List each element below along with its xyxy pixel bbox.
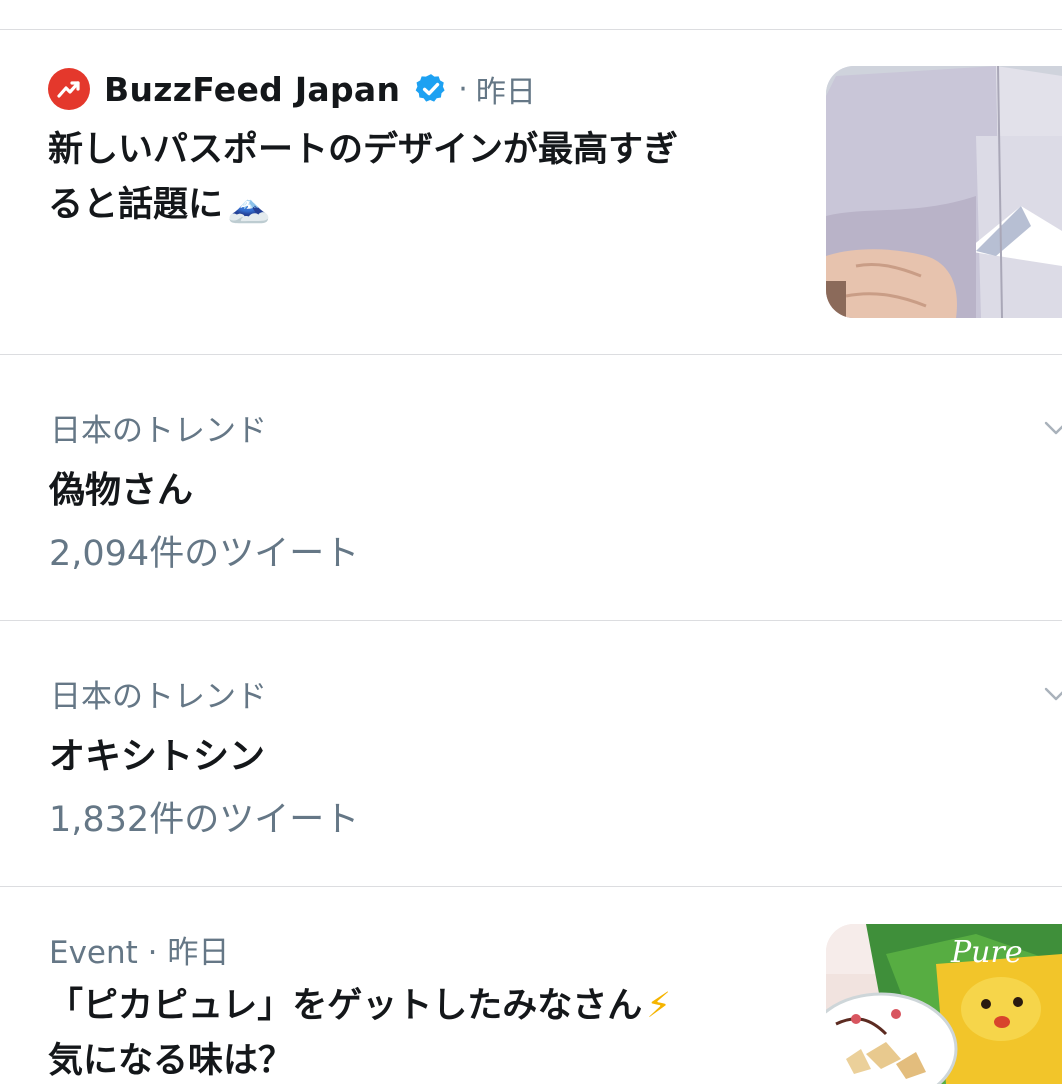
story-headline-line-1: 新しいパスポートのデザインが最高すぎ [48, 130, 679, 170]
trend-title: オキシトシン [49, 736, 266, 777]
trend-item[interactable]: 日本のトレンド 偽物さん 2,094件のツイート [0, 355, 1062, 620]
trend-category-label: 日本のトレンド [50, 679, 267, 715]
svg-text:Pure: Pure [950, 935, 1023, 970]
event-headline-line-1: 「ピカピュレ」をゲットしたみなさん ⚡ [48, 979, 808, 1034]
chevron-down-icon[interactable] [1044, 417, 1062, 441]
story-headline-text: ると話題に [48, 185, 224, 225]
event-timestamp: 昨日 [167, 935, 230, 971]
story-source-row: BuzzFeed Japan · 昨日 [48, 66, 536, 112]
buzzfeed-logo-icon [48, 68, 90, 110]
news-story-item[interactable]: BuzzFeed Japan · 昨日 新しいパスポートのデザインが最高すぎ る… [0, 30, 1062, 354]
trend-tweet-count: 2,094件のツイート [49, 534, 360, 574]
event-headline-text: 「ピカピュレ」をゲットしたみなさん [48, 986, 643, 1026]
story-thumbnail-image[interactable] [826, 66, 1062, 318]
event-category: Event [49, 935, 138, 971]
lightning-emoji-icon: ⚡ [646, 986, 671, 1026]
trend-tweet-count: 1,832件のツイート [49, 800, 360, 840]
event-item[interactable]: Event · 昨日 「ピカピュレ」をゲットしたみなさん ⚡ 気になる味は？ Pu… [0, 887, 1062, 1084]
chevron-down-icon[interactable] [1044, 683, 1062, 707]
trend-item[interactable]: 日本のトレンド オキシトシン 1,832件のツイート [0, 621, 1062, 886]
mount-fuji-emoji-icon: 🗻 [227, 185, 271, 225]
verified-badge-icon [415, 74, 445, 102]
story-headline: 新しいパスポートのデザインが最高すぎ ると話題に 🗻 [48, 123, 788, 233]
event-thumbnail-image[interactable]: Pure [826, 924, 1062, 1084]
event-meta-separator: · [147, 935, 158, 971]
event-headline: 「ピカピュレ」をゲットしたみなさん ⚡ 気になる味は？ [48, 979, 808, 1089]
story-timestamp: 昨日 [475, 75, 536, 110]
story-source-name[interactable]: BuzzFeed Japan [104, 70, 400, 109]
story-headline-line-2: ると話題に 🗻 [48, 178, 788, 233]
event-meta-row: Event · 昨日 [49, 927, 229, 972]
story-meta-separator: · [458, 71, 468, 107]
trend-title: 偽物さん [49, 470, 194, 511]
trend-category-label: 日本のトレンド [50, 413, 267, 449]
